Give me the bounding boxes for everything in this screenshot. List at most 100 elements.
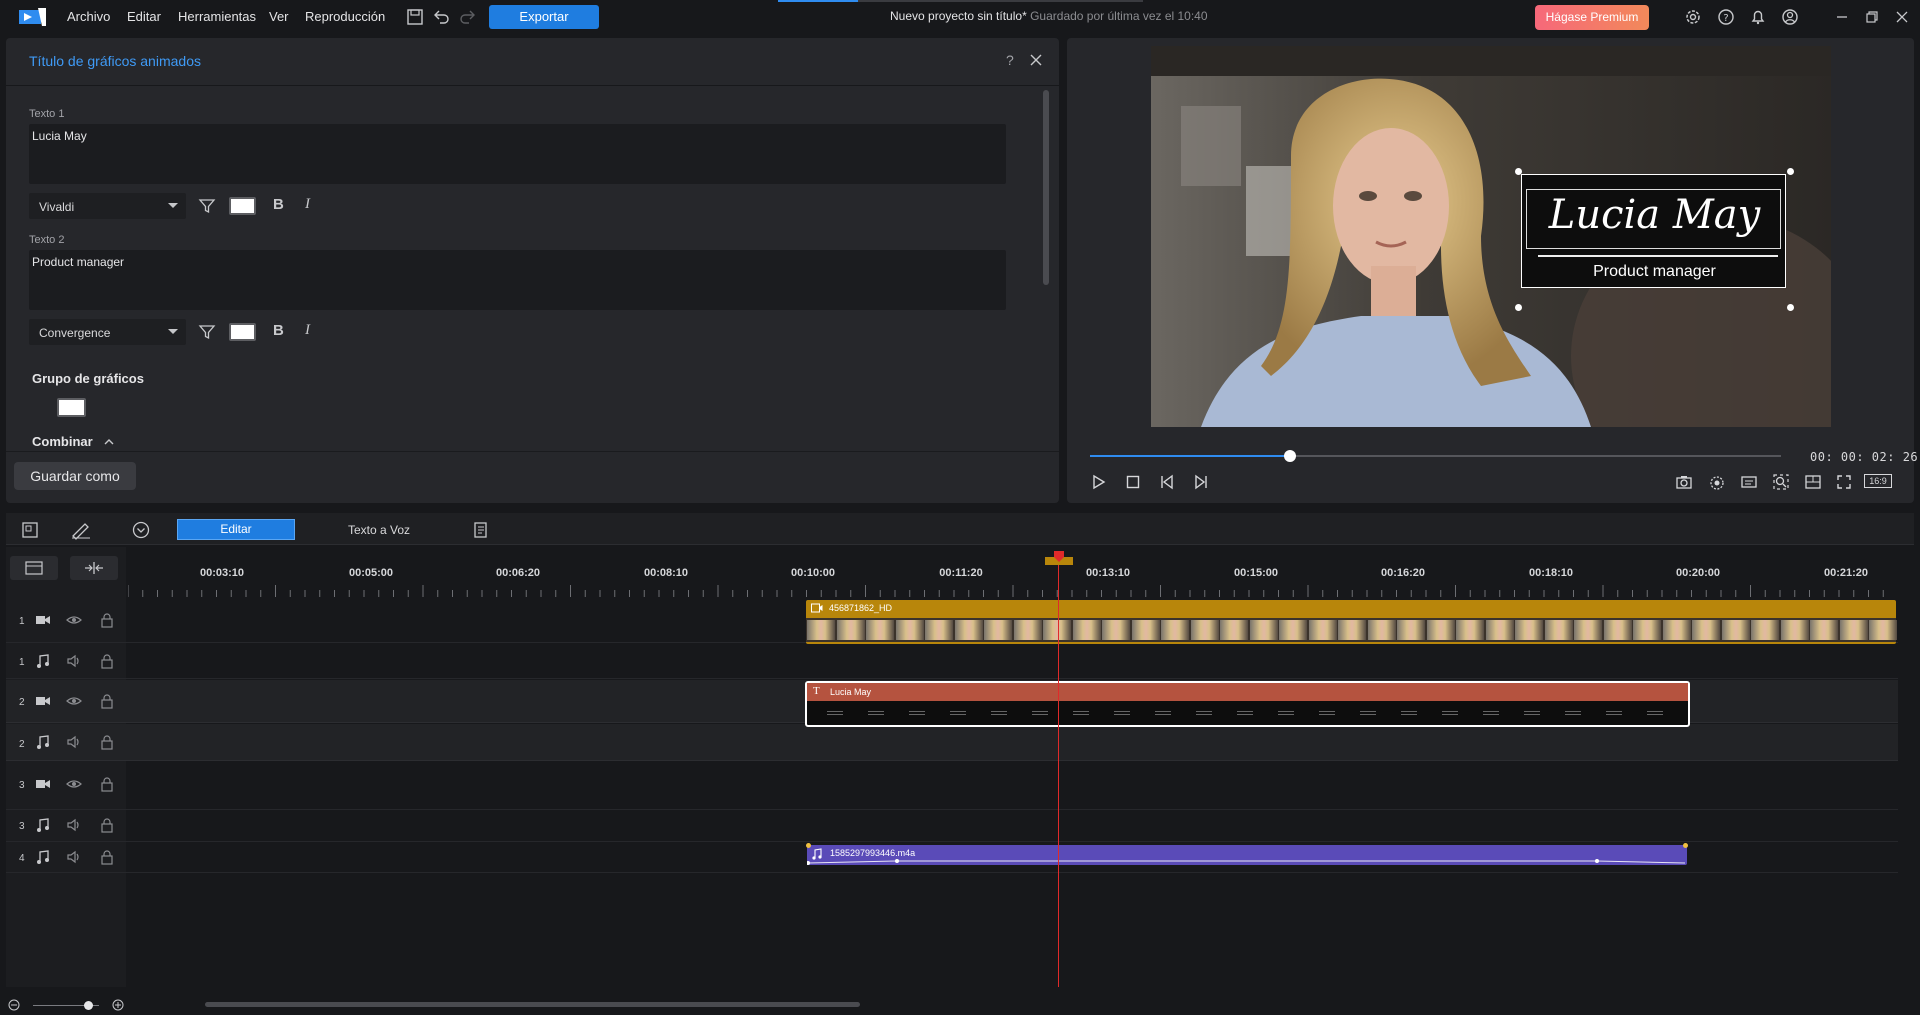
zoom-slider-handle[interactable]: [84, 1001, 93, 1010]
menu-reproduccion[interactable]: Reproducción: [305, 9, 385, 24]
text1-color-swatch[interactable]: [229, 197, 256, 215]
overlay-role: Product manager: [1593, 263, 1716, 280]
audio-clip[interactable]: 1585297993446.m4a: [807, 845, 1687, 865]
stop-icon[interactable]: [1123, 472, 1143, 492]
text2-color-swatch[interactable]: [229, 323, 256, 341]
text2-bold-button[interactable]: B: [273, 322, 284, 339]
audio-fade-handle[interactable]: [1683, 843, 1688, 848]
fullscreen-icon[interactable]: [1834, 472, 1854, 492]
add-track-button[interactable]: [10, 556, 58, 580]
video-track-icon[interactable]: [35, 612, 51, 628]
speaker-icon[interactable]: [66, 849, 82, 865]
aspect-ratio-button[interactable]: 16:9: [1864, 474, 1892, 488]
speaker-icon[interactable]: [66, 653, 82, 669]
video-preview[interactable]: Lucia May Product manager: [1151, 46, 1831, 427]
music-note-icon[interactable]: [35, 653, 51, 669]
lock-icon[interactable]: [99, 776, 115, 792]
music-note-icon[interactable]: [35, 817, 51, 833]
premium-button[interactable]: Hágase Premium: [1535, 5, 1649, 30]
combine-label[interactable]: Combinar: [32, 434, 93, 449]
gear-icon[interactable]: [1683, 7, 1703, 27]
zoom-in-icon[interactable]: [112, 999, 124, 1011]
panel-scrollbar[interactable]: [1043, 90, 1049, 285]
eye-icon[interactable]: [66, 693, 82, 709]
chevron-up-icon[interactable]: [102, 435, 116, 449]
menu-herramientas[interactable]: Herramientas: [178, 9, 256, 24]
graphics-color-swatch[interactable]: [57, 398, 86, 417]
timeline-scrollbar[interactable]: [205, 1002, 860, 1007]
speaker-icon[interactable]: [66, 817, 82, 833]
minimize-icon[interactable]: [1832, 7, 1852, 27]
notes-icon[interactable]: [470, 520, 490, 540]
subtitles-icon[interactable]: [1739, 472, 1759, 492]
export-button[interactable]: Exportar: [489, 5, 599, 29]
lock-icon[interactable]: [99, 612, 115, 628]
video-thumbnail: [1456, 620, 1484, 640]
text1-italic-button[interactable]: I: [305, 196, 310, 213]
zoom-preview-icon[interactable]: [1771, 472, 1791, 492]
save-icon[interactable]: [405, 7, 425, 27]
resize-handle[interactable]: [1787, 168, 1794, 175]
music-note-icon[interactable]: [35, 849, 51, 865]
lock-icon[interactable]: [99, 734, 115, 750]
text2-italic-button[interactable]: I: [305, 322, 310, 339]
help-icon[interactable]: ?: [1716, 7, 1736, 27]
account-icon[interactable]: [1780, 7, 1800, 27]
close-window-icon[interactable]: [1892, 7, 1912, 27]
chevron-circle-icon[interactable]: [131, 520, 151, 540]
title-overlay[interactable]: Lucia May Product manager: [1521, 174, 1786, 288]
title-clip[interactable]: T Lucia May: [805, 681, 1690, 727]
menu-archivo[interactable]: Archivo: [67, 9, 110, 24]
resize-handle[interactable]: [1787, 304, 1794, 311]
next-frame-icon[interactable]: [1190, 472, 1210, 492]
previous-frame-icon[interactable]: [1158, 472, 1178, 492]
text2-input[interactable]: Product manager: [29, 250, 1006, 310]
volume-knob-icon[interactable]: [1707, 472, 1727, 492]
zoom-out-icon[interactable]: [8, 999, 20, 1011]
video-track-icon[interactable]: [35, 776, 51, 792]
lock-icon[interactable]: [99, 653, 115, 669]
bell-icon[interactable]: [1748, 7, 1768, 27]
close-icon[interactable]: [1028, 52, 1044, 68]
playhead[interactable]: [1058, 555, 1059, 987]
menu-ver[interactable]: Ver: [269, 9, 289, 24]
grid-icon[interactable]: [1803, 472, 1823, 492]
redo-icon[interactable]: [458, 7, 478, 27]
fit-timeline-button[interactable]: [70, 556, 118, 580]
lock-icon[interactable]: [99, 693, 115, 709]
undo-icon[interactable]: [431, 7, 451, 27]
text1-bold-button[interactable]: B: [273, 196, 284, 213]
save-as-button[interactable]: Guardar como: [14, 462, 136, 490]
video-thumbnail: [1515, 620, 1543, 640]
music-note-icon[interactable]: [35, 734, 51, 750]
audio-volume-envelope[interactable]: [807, 845, 1687, 865]
text1-input[interactable]: Lucia May: [29, 124, 1006, 184]
filter-icon[interactable]: [198, 323, 216, 341]
text1-font-select[interactable]: Vivaldi: [29, 193, 186, 219]
video-thumbnails: [806, 618, 1897, 642]
video-track-icon[interactable]: [35, 693, 51, 709]
audio-fade-handle[interactable]: [806, 843, 811, 848]
eye-icon[interactable]: [66, 776, 82, 792]
resize-handle[interactable]: [1515, 304, 1522, 311]
restore-icon[interactable]: [1862, 7, 1882, 27]
eye-icon[interactable]: [66, 612, 82, 628]
ruler-label: 00:03:10: [199, 567, 245, 579]
play-icon[interactable]: [1088, 472, 1108, 492]
lock-icon[interactable]: [99, 817, 115, 833]
text2-font-select[interactable]: Convergence: [29, 319, 186, 345]
video-clip[interactable]: 456871862_HD: [806, 600, 1897, 644]
tab-text-to-speech[interactable]: Texto a Voz: [348, 523, 410, 537]
camera-icon[interactable]: [1674, 472, 1694, 492]
help-button[interactable]: ?: [1006, 52, 1014, 68]
ruler-label: 00:18:10: [1528, 567, 1574, 579]
media-room-icon[interactable]: [20, 520, 40, 540]
pen-icon[interactable]: [70, 520, 92, 540]
filter-icon[interactable]: [198, 197, 216, 215]
resize-handle[interactable]: [1515, 168, 1522, 175]
menu-editar[interactable]: Editar: [127, 9, 161, 24]
lock-icon[interactable]: [99, 849, 115, 865]
tab-edit[interactable]: Editar: [177, 519, 295, 540]
playhead-marker-icon[interactable]: [1045, 549, 1073, 567]
speaker-icon[interactable]: [66, 734, 82, 750]
